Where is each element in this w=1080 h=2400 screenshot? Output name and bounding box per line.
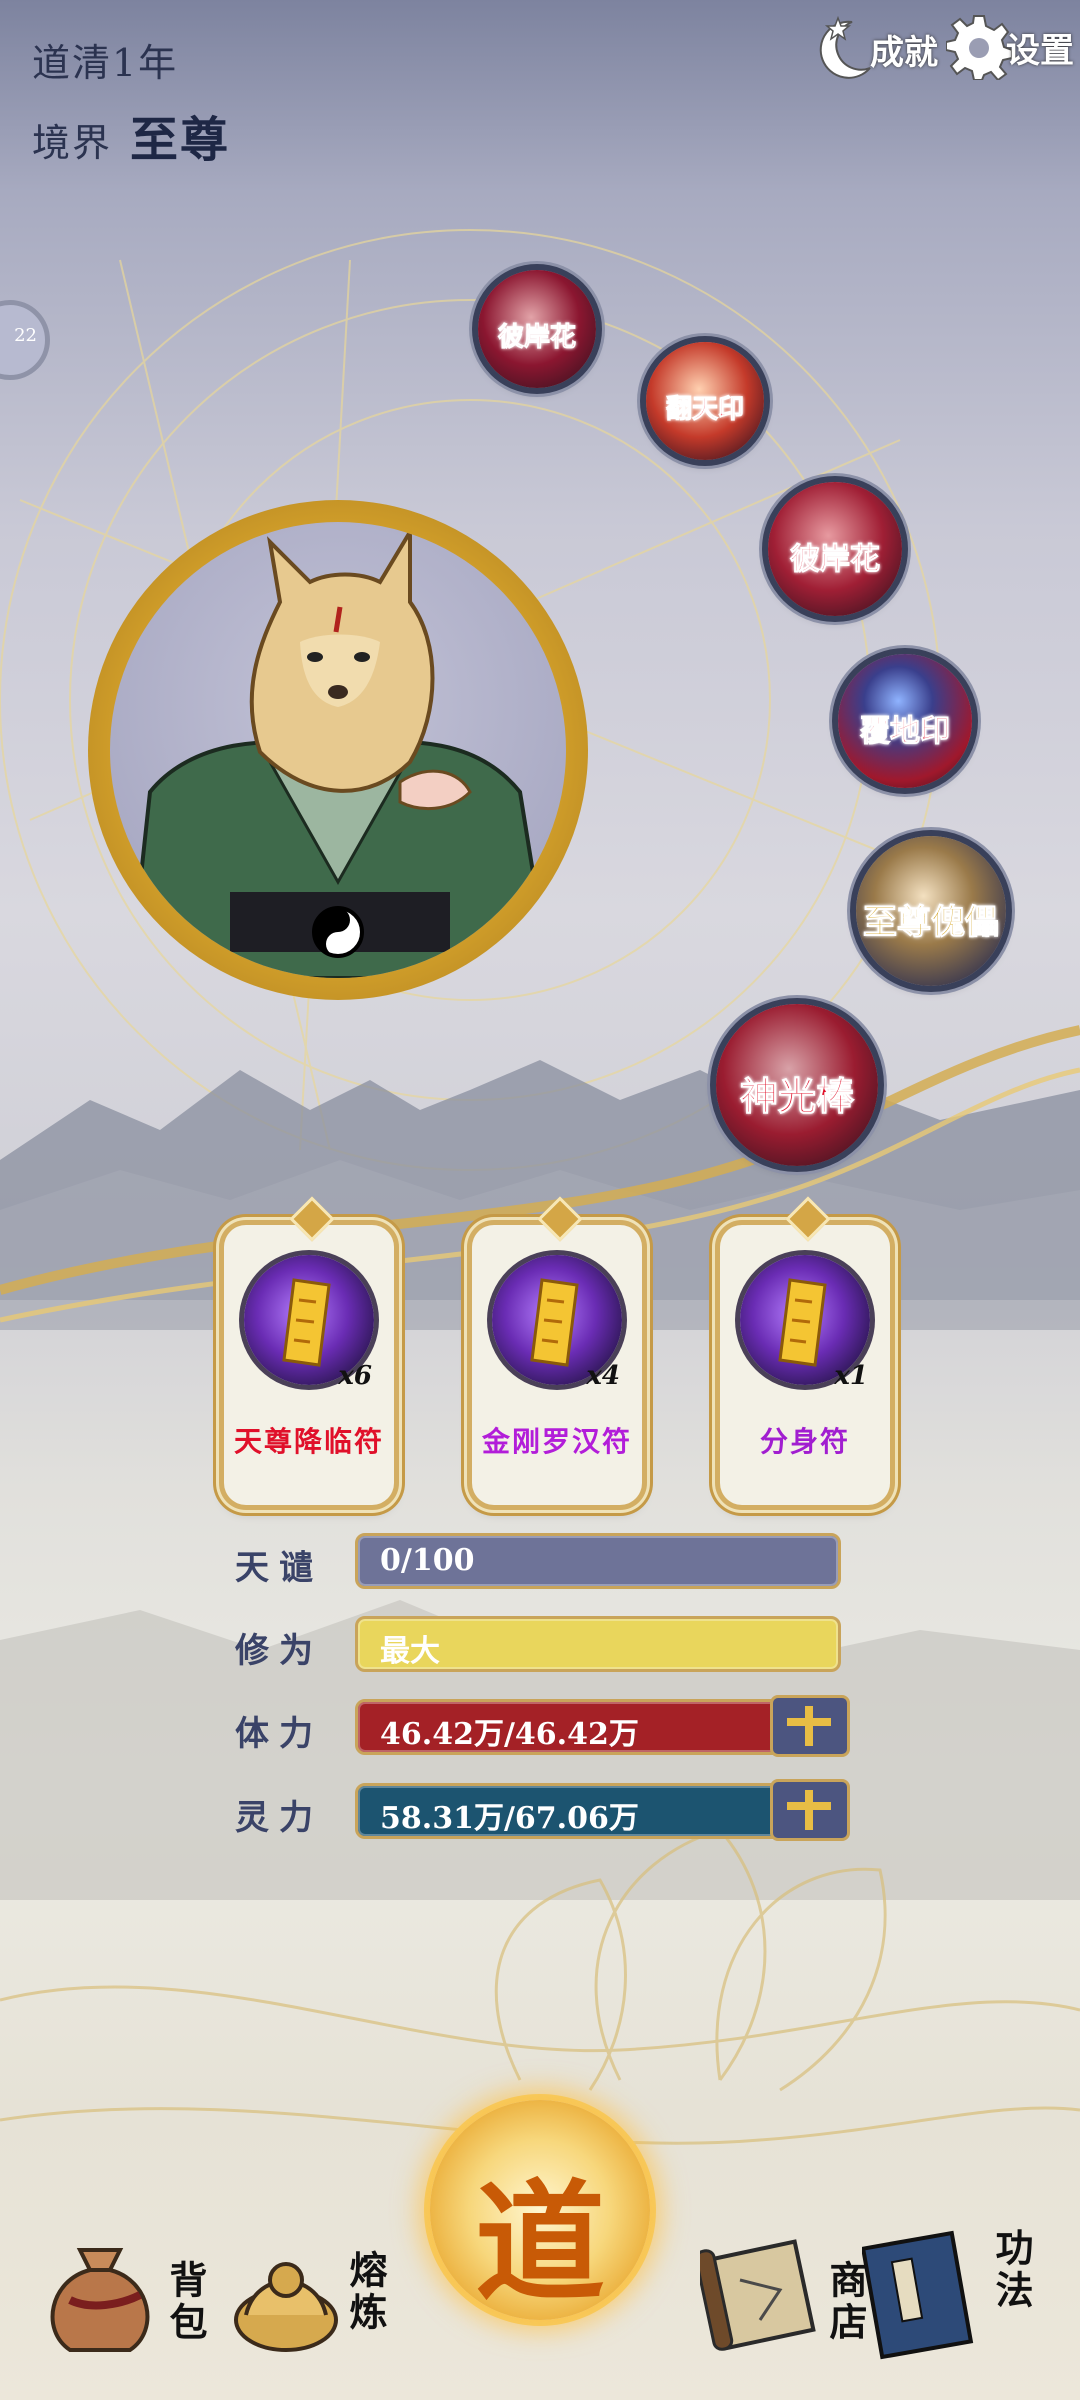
settings-label: 设置 — [1006, 30, 1074, 71]
realm-value: 至尊 — [130, 112, 231, 168]
realm-row: 境界 至尊 — [32, 100, 230, 170]
talisman-name: 金刚罗汉符 — [481, 1425, 632, 1458]
refine-cauldron-icon — [234, 2262, 338, 2352]
talisman-name: 天尊降临符 — [233, 1425, 384, 1458]
card-ornament — [537, 1196, 583, 1242]
nav-skills-label: 功法 — [989, 2228, 1034, 2312]
equipment-slot-4[interactable]: 覆地印 — [838, 654, 972, 788]
stat-label-tianqian: 天谴 — [235, 1548, 323, 1588]
stat-label-tili: 体力 — [235, 1714, 323, 1754]
equipment-slot-5[interactable]: 至尊傀儡 — [856, 836, 1006, 986]
equipment-label: 神光棒 — [739, 1073, 855, 1119]
tianqian-bar: 0/100 — [355, 1533, 841, 1589]
nav-shop[interactable]: 商店 — [694, 2220, 868, 2380]
scroll-map-icon — [694, 2239, 816, 2351]
equipment-label: 彼岸花 — [497, 322, 577, 353]
nav-bag-label: 背包 — [163, 2260, 208, 2344]
talisman-name: 分身符 — [759, 1425, 850, 1458]
xiuwei-value: 最大 — [380, 1634, 440, 1669]
card-ornament — [289, 1196, 335, 1242]
card-ornament — [785, 1196, 831, 1242]
nav-refine-label: 熔炼 — [343, 2250, 388, 2334]
character-avatar-frame[interactable] — [88, 500, 588, 1000]
dao-cultivate-button[interactable]: 道 — [430, 2100, 650, 2320]
side-tab-handle[interactable]: 22 — [0, 300, 50, 380]
book-icon — [860, 2230, 974, 2360]
equipment-slot-2[interactable]: 翻天印 — [646, 342, 764, 460]
dao-year: 道清1年 — [32, 41, 179, 85]
nav-skills[interactable]: 功法 — [860, 2220, 1034, 2380]
settings-button[interactable]: 设置 — [946, 14, 1074, 80]
bag-icon — [50, 2248, 150, 2352]
crescent-moon-icon — [819, 15, 871, 79]
talisman-card-1[interactable]: x6 天尊降临符 — [224, 1196, 394, 1505]
stat-label-xiuwei: 修为 — [235, 1631, 323, 1671]
talisman-card-3[interactable]: x1 分身符 — [720, 1196, 890, 1505]
tili-value: 46.42万/46.42万 — [380, 1717, 639, 1752]
tili-add-button[interactable] — [770, 1695, 850, 1757]
tianqian-value: 0/100 — [380, 1543, 475, 1578]
talisman-count: x4 — [586, 1361, 620, 1391]
equipment-slot-6[interactable]: 神光棒 — [716, 1004, 878, 1166]
side-tab-badge: 22 — [14, 325, 37, 346]
lingli-add-button[interactable] — [770, 1779, 850, 1841]
fox-character-icon — [127, 524, 553, 978]
talisman-count: x1 — [834, 1361, 868, 1391]
tili-bar: 46.42万/46.42万 — [355, 1699, 791, 1755]
dao-label: 道 — [474, 2166, 605, 2319]
equipment-slot-1[interactable]: 彼岸花 — [478, 270, 596, 388]
lingli-bar: 58.31万/67.06万 — [355, 1783, 791, 1839]
stat-label-lingli: 灵力 — [235, 1798, 323, 1838]
lingli-value: 58.31万/67.06万 — [380, 1801, 639, 1836]
xiuwei-bar: 最大 — [355, 1616, 841, 1672]
nav-bag[interactable]: 背包 — [40, 2220, 208, 2380]
achievement-label: 成就 — [870, 32, 938, 73]
equipment-label: 彼岸花 — [790, 541, 881, 577]
equipment-label: 覆地印 — [860, 713, 951, 749]
talisman-count: x6 — [338, 1361, 372, 1391]
equipment-slot-3[interactable]: 彼岸花 — [768, 482, 902, 616]
achievement-button[interactable]: 成就 — [812, 14, 938, 84]
talisman-card-2[interactable]: x4 金刚罗汉符 — [472, 1196, 642, 1505]
gear-icon — [946, 15, 1012, 80]
equipment-label: 翻天印 — [665, 394, 745, 425]
realm-label: 境界 — [32, 121, 113, 165]
equipment-label: 至尊傀儡 — [863, 902, 1000, 943]
nav-refine[interactable]: 熔炼 — [226, 2220, 388, 2380]
character-portrait — [110, 522, 566, 978]
